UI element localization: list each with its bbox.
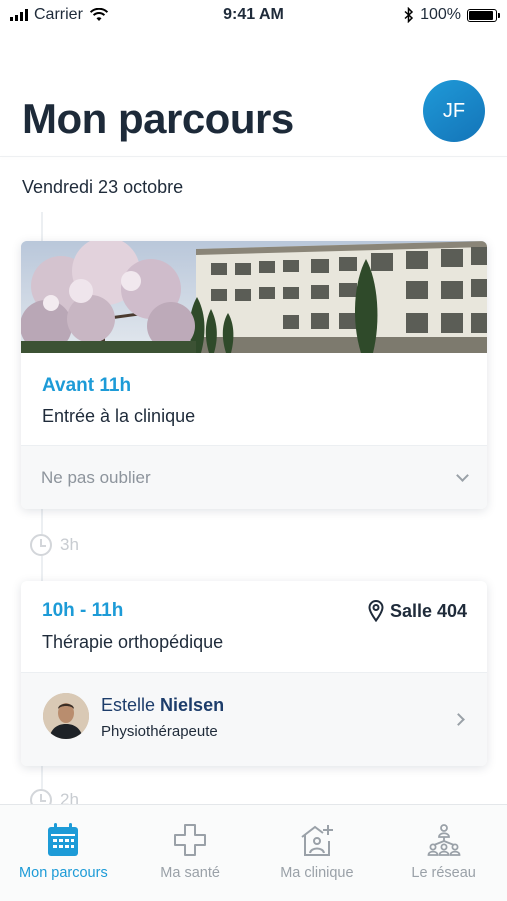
page-title: Mon parcours [22, 95, 294, 142]
appointment-card-therapy[interactable]: 10h - 11h Salle 404 Thérapie orthopédiqu… [21, 581, 487, 766]
room-location: Salle 404 [368, 600, 467, 622]
status-bar-right: 100% [404, 6, 500, 24]
avatar-initials: JF [442, 99, 466, 122]
tab-ma-sante[interactable]: Ma santé [127, 805, 254, 901]
gap-duration: 3h [60, 535, 79, 554]
tab-label: Le réseau [411, 865, 476, 881]
appointment-time: Avant 11h [42, 375, 132, 396]
clinic-add-icon [301, 825, 333, 856]
status-bar: Carrier 9:41 AM 100% [0, 0, 507, 32]
tab-ma-clinique[interactable]: Ma clinique [254, 805, 381, 901]
room-label: Salle 404 [389, 600, 467, 621]
bluetooth-icon [404, 7, 414, 23]
tab-bar: Mon parcours Ma santé Ma clinique Le rés… [0, 804, 507, 901]
practitioner-name: Estelle Nielsen [101, 695, 224, 716]
practitioner-avatar [43, 693, 89, 739]
tab-label: Ma santé [160, 865, 220, 881]
appointment-time: 10h - 11h [42, 600, 124, 621]
tab-label: Mon parcours [19, 865, 108, 881]
battery-percent: 100% [420, 6, 461, 23]
practitioner-role: Physiothérapeute [101, 723, 218, 740]
timeline-gap: 3h [30, 534, 83, 556]
appointment-title: Entrée à la clinique [42, 406, 196, 426]
appointment-card-admission[interactable]: Avant 11h Entrée à la clinique Ne pas ou… [21, 241, 487, 509]
tab-mon-parcours[interactable]: Mon parcours [0, 805, 127, 901]
tab-le-reseau[interactable]: Le réseau [380, 805, 507, 901]
chevron-right-icon [452, 713, 465, 726]
practitioner-first-name: Estelle [101, 695, 156, 715]
practitioner-last-name: Nielsen [160, 695, 225, 715]
practitioner-row[interactable]: Estelle Nielsen Physiothérapeute [21, 672, 487, 766]
appointment-title: Thérapie orthopédique [42, 632, 224, 652]
header-divider [0, 156, 507, 157]
location-pin-icon [368, 600, 384, 622]
calendar-icon [48, 823, 79, 856]
clinic-photo [21, 241, 487, 353]
battery-icon [467, 8, 500, 22]
date-label: Vendredi 23 octobre [22, 177, 184, 197]
user-avatar[interactable]: JF [423, 80, 485, 142]
reminder-label: Ne pas oublier [41, 467, 151, 487]
medical-cross-icon [174, 824, 207, 856]
clock-icon [30, 534, 52, 556]
network-icon [427, 824, 461, 856]
reminder-toggle[interactable]: Ne pas oublier [21, 445, 487, 509]
tab-label: Ma clinique [280, 865, 354, 881]
chevron-down-icon [456, 468, 469, 482]
